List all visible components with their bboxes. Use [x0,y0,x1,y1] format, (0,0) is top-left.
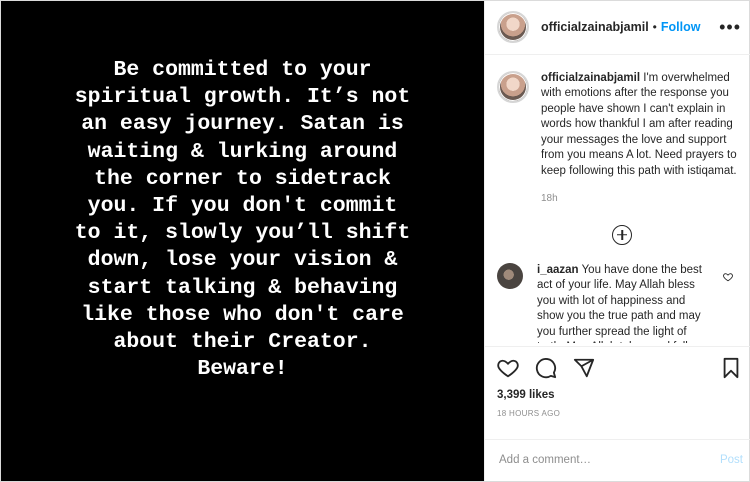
instagram-post: Be committed to your spiritual growth. I… [0,0,750,482]
post-caption: officialzainabjamil I'm overwhelmed with… [497,70,741,207]
action-icons [497,355,741,381]
comment-item: i_aazan You have done the best act of yo… [497,262,741,343]
post-media-text: Be committed to your spiritual growth. I… [74,58,411,382]
like-heart-icon[interactable] [497,357,519,379]
more-options-icon[interactable]: ••• [719,18,741,36]
author-username[interactable]: officialzainabjamil [541,20,649,34]
load-more-comments-icon[interactable] [612,224,632,245]
add-comment-bar: Post [485,438,750,481]
caption-username[interactable]: officialzainabjamil [541,72,640,84]
separator-dot: • [652,20,657,35]
post-header: officialzainabjamil • Follow ••• [485,1,750,55]
bookmark-icon[interactable] [721,357,741,379]
caption-time: 18h [541,193,558,205]
caption-author-avatar[interactable] [497,70,529,103]
comment-body: i_aazan You have done the best act of yo… [537,263,707,343]
add-comment-input[interactable] [497,453,720,468]
author-avatar[interactable] [497,11,529,44]
follow-button[interactable]: Follow [661,20,701,34]
post-sidebar: officialzainabjamil • Follow ••• officia… [484,1,750,481]
comment-like-heart-icon[interactable] [723,269,733,287]
post-comment-button[interactable]: Post [720,454,743,466]
caption-text: I'm overwhelmed with emotions after the … [541,71,737,177]
likes-count[interactable]: 3,399 likes [497,389,741,401]
share-paper-plane-icon[interactable] [573,357,595,379]
comments-section[interactable]: officialzainabjamil I'm overwhelmed with… [485,55,750,346]
post-media[interactable]: Be committed to your spiritual growth. I… [1,1,484,481]
post-timestamp[interactable]: 18 HOURS AGO [497,409,741,418]
comment-username[interactable]: i_aazan [537,264,579,276]
commenter-avatar[interactable] [497,262,523,289]
post-actions: 3,399 likes 18 HOURS AGO [485,345,750,439]
comment-bubble-icon[interactable] [535,357,557,379]
caption-body: officialzainabjamil I'm overwhelmed with… [541,71,741,207]
